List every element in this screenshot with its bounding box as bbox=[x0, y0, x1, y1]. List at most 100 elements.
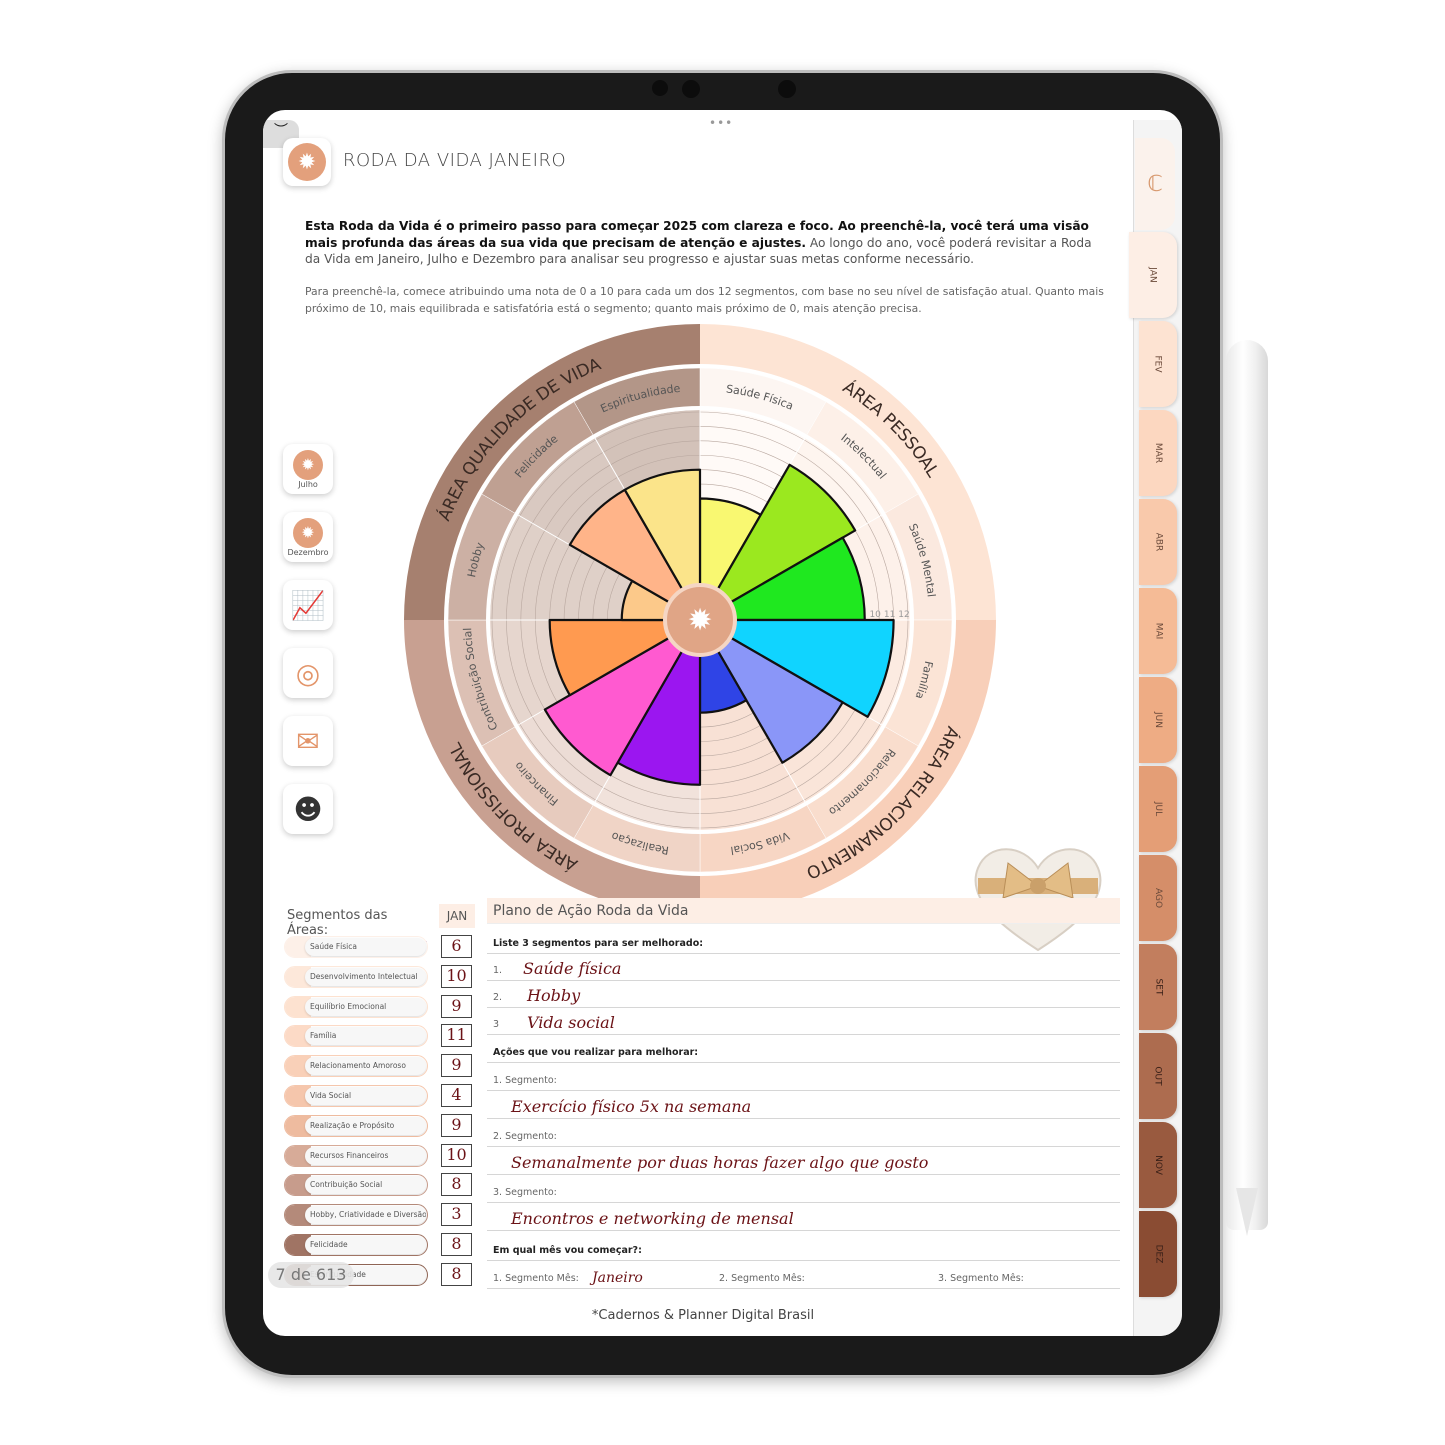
scale-tick-label: 12 bbox=[898, 610, 909, 620]
segment-score-input[interactable]: 8 bbox=[441, 1173, 472, 1197]
segment-score-input[interactable]: 4 bbox=[441, 1084, 472, 1107]
segment-label: Recursos Financeiros bbox=[284, 1144, 428, 1167]
month-tab-fev[interactable]: FEV bbox=[1139, 321, 1177, 407]
action-plan: Plano de Ação Roda da Vida Liste 3 segme… bbox=[487, 898, 1120, 1289]
month-tab-jan[interactable]: JAN bbox=[1129, 232, 1177, 318]
home-button[interactable]: ✹ bbox=[283, 138, 331, 186]
segment-score-input[interactable]: 6 bbox=[441, 935, 472, 958]
month-tab-dez[interactable]: DEZ bbox=[1139, 1211, 1177, 1297]
month-tab-mai[interactable]: MAI bbox=[1139, 588, 1177, 674]
month-tab-label: AGO bbox=[1153, 887, 1163, 909]
plan-line[interactable]: 3. Segmento: bbox=[487, 1175, 1120, 1203]
sidebar-button-label: Julho bbox=[298, 479, 318, 489]
camera bbox=[778, 80, 796, 98]
plan-line[interactable]: Encontros e networking de mensal bbox=[487, 1203, 1120, 1231]
segment-name: Família bbox=[305, 1027, 426, 1046]
segment-label: Equilíbrio Emocional bbox=[284, 995, 428, 1018]
intro-text: Esta Roda da Vida é o primeiro passo par… bbox=[305, 218, 1105, 268]
screen: ︶ ••• ✹ RODA DA VIDA JANEIRO Esta Roda d… bbox=[263, 110, 1182, 1336]
sidebar-button-robot[interactable]: ☻ bbox=[283, 784, 333, 834]
segment-score-input[interactable]: 8 bbox=[441, 1233, 472, 1256]
month-tab-label: MAR bbox=[1153, 442, 1163, 464]
sun-icon: ✹ bbox=[293, 517, 323, 548]
month-tab-label: NOV bbox=[1152, 1155, 1163, 1175]
month-tab-label: JAN bbox=[1147, 267, 1158, 283]
month-tab-label: OUT bbox=[1152, 1066, 1163, 1086]
segment-score-input[interactable]: 9 bbox=[441, 1113, 472, 1137]
segment-score-input[interactable]: 3 bbox=[441, 1203, 472, 1227]
segment-name: Felicidade bbox=[305, 1236, 426, 1254]
growth-chart-icon: 📈 bbox=[290, 588, 326, 622]
camera bbox=[652, 80, 668, 96]
segment-score-input[interactable]: 11 bbox=[441, 1024, 472, 1048]
footer-credit: *Cadernos & Planner Digital Brasil bbox=[591, 1308, 815, 1323]
item-number: 1. bbox=[493, 965, 503, 976]
plan-line[interactable]: 1. Saúde física bbox=[487, 954, 1120, 981]
handwritten-action: Semanalmente por duas horas fazer algo q… bbox=[511, 1153, 929, 1172]
month-tab-abr[interactable]: ABR bbox=[1139, 499, 1177, 585]
month-tab-nov[interactable]: NOV bbox=[1139, 1122, 1177, 1208]
segment-name: Relacionamento Amoroso bbox=[305, 1057, 426, 1076]
month-segment-label: 1. Segmento Mês: bbox=[493, 1273, 579, 1284]
robot-icon: ☻ bbox=[293, 792, 323, 826]
month-tab-label: JUL bbox=[1152, 801, 1163, 817]
handwritten-item: Saúde física bbox=[523, 959, 622, 978]
segment-score-input[interactable]: 8 bbox=[441, 1262, 472, 1286]
instructions-text: Para preenchê-la, comece atribuindo uma … bbox=[305, 285, 1104, 315]
segment-name: Saúde Física bbox=[305, 938, 426, 956]
more-dots-icon[interactable]: ••• bbox=[709, 116, 733, 130]
segment-score-input[interactable]: 10 bbox=[441, 1143, 472, 1167]
sidebar-button-dezembro[interactable]: ✹ Dezembro bbox=[283, 512, 333, 562]
sidebar-button-target[interactable]: ◎ bbox=[283, 648, 333, 698]
plan-line[interactable]: Semanalmente por duas horas fazer algo q… bbox=[487, 1147, 1120, 1175]
brand-logo-icon: ℂ bbox=[1147, 171, 1163, 197]
plan-line[interactable]: 1. Segmento: bbox=[487, 1063, 1120, 1091]
item-number: 3 bbox=[493, 1019, 500, 1030]
sidebar-button-julho[interactable]: ✹ Julho bbox=[283, 444, 333, 494]
month-tab-ago[interactable]: AGO bbox=[1139, 855, 1177, 941]
action-plan-title: Plano de Ação Roda da Vida bbox=[487, 898, 1120, 924]
segment-score-input[interactable]: 10 bbox=[441, 964, 472, 988]
handwritten-month: Janeiro bbox=[592, 1270, 643, 1286]
month-tab-label: ABR bbox=[1153, 532, 1163, 552]
sun-icon: ✹ bbox=[293, 449, 323, 480]
sidebar-button-envelope-heart[interactable]: ✉ bbox=[283, 716, 333, 766]
segment-score-input[interactable]: 9 bbox=[441, 1054, 472, 1078]
plan-line[interactable]: Liste 3 segmentos para ser melhorado: bbox=[487, 924, 1120, 954]
month-segment-label: 2. Segmento Mês: bbox=[719, 1273, 805, 1284]
plan-line[interactable]: 2. Segmento: bbox=[487, 1119, 1120, 1147]
month-tab-set[interactable]: SET bbox=[1139, 944, 1177, 1030]
handwritten-action: Exercício físico 5x na semana bbox=[511, 1097, 752, 1116]
handwritten-item: Hobby bbox=[527, 986, 581, 1005]
month-tab-jun[interactable]: JUN bbox=[1139, 677, 1177, 763]
handwritten-action: Encontros e networking de mensal bbox=[511, 1209, 794, 1228]
plan-line[interactable]: Em qual mês vou começar?: bbox=[487, 1231, 1120, 1261]
target-icon: ◎ bbox=[295, 656, 321, 690]
month-tab-label: SET bbox=[1153, 978, 1163, 996]
month-tab-label: DEZ bbox=[1152, 1244, 1163, 1264]
sun-icon: ✹ bbox=[288, 143, 326, 181]
action-segment-label: 2. Segmento: bbox=[493, 1131, 557, 1142]
actions-label: Ações que vou realizar para melhorar: bbox=[493, 1047, 699, 1058]
plan-line[interactable]: Exercício físico 5x na semana bbox=[487, 1091, 1120, 1119]
month-tab-label: FEV bbox=[1153, 355, 1163, 373]
month-tab-out[interactable]: OUT bbox=[1139, 1033, 1177, 1119]
segment-name: Contribuição Social bbox=[305, 1176, 426, 1195]
stylus-pencil bbox=[1226, 340, 1268, 1230]
logo-tab[interactable]: ℂ bbox=[1135, 138, 1175, 230]
life-wheel-chart: ÁREA PESSOALÁREA RELACIONAMENTOÁREA PROF… bbox=[403, 324, 996, 916]
month-segment-label: 3. Segmento Mês: bbox=[938, 1273, 1024, 1284]
plan-line[interactable]: 1. Segmento Mês: Janeiro 2. Segmento Mês: 3… bbox=[487, 1261, 1120, 1289]
plan-line[interactable]: 2. Hobby bbox=[487, 981, 1120, 1008]
segment-name: Recursos Financeiros bbox=[305, 1146, 426, 1165]
item-number: 2. bbox=[493, 992, 503, 1003]
sidebar-button-growth-chart[interactable]: 📈 bbox=[283, 580, 333, 630]
segment-label: Vida Social bbox=[284, 1085, 428, 1107]
month-tab-jul[interactable]: JUL bbox=[1139, 766, 1177, 852]
plan-line[interactable]: Ações que vou realizar para melhorar: bbox=[487, 1035, 1120, 1063]
segment-score-input[interactable]: 9 bbox=[441, 994, 472, 1018]
plan-line[interactable]: 3 Vida social bbox=[487, 1008, 1120, 1035]
segments-month-header: JAN bbox=[439, 904, 475, 928]
segment-name: Hobby, Criatividade e Diversão bbox=[305, 1206, 426, 1225]
month-tab-mar[interactable]: MAR bbox=[1139, 410, 1177, 496]
